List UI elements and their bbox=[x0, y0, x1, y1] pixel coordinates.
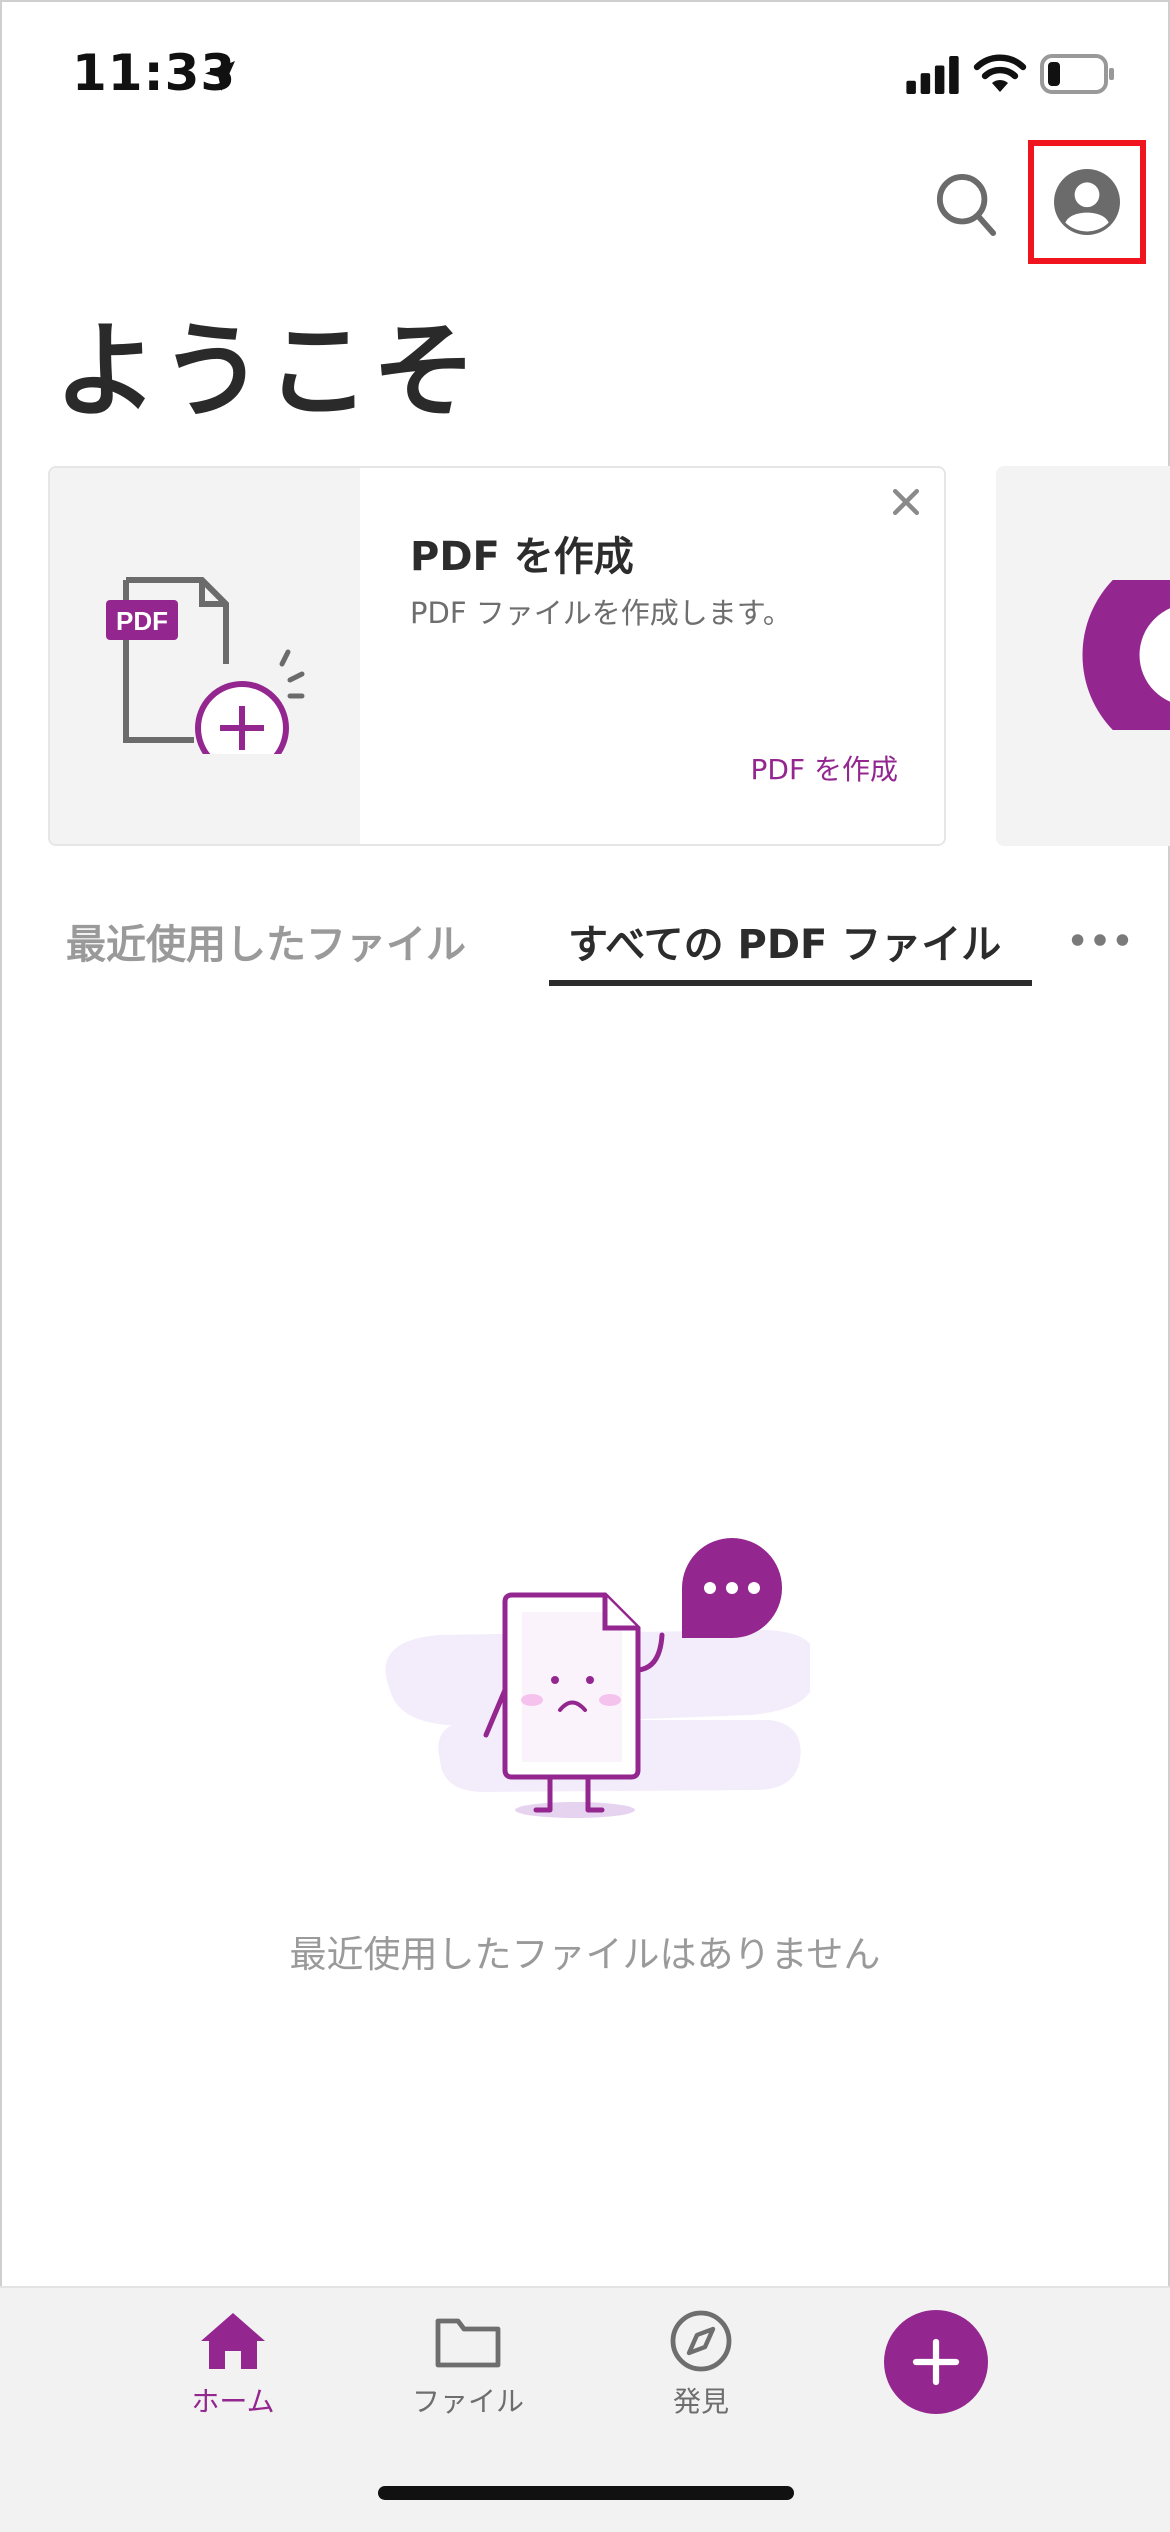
create-pdf-link[interactable]: PDF を作成 bbox=[751, 748, 898, 788]
nav-item-files[interactable]: ファイル bbox=[388, 2308, 548, 2420]
search-icon[interactable] bbox=[935, 172, 997, 238]
file-tabs: 最近使用したファイル すべての PDF ファイル bbox=[0, 900, 1170, 992]
nav-label-files: ファイル bbox=[411, 2385, 524, 2418]
promo-partial-icon bbox=[1082, 580, 1170, 730]
create-pdf-icon: PDF bbox=[106, 577, 305, 754]
cellular-signal-icon bbox=[906, 56, 959, 94]
tab-recent-files[interactable]: 最近使用したファイル bbox=[66, 912, 466, 970]
profile-button[interactable] bbox=[1028, 140, 1146, 264]
promo-illustration: PDF bbox=[50, 468, 360, 844]
status-bar: 11:33 bbox=[0, 0, 1170, 150]
promo-description: PDF ファイルを作成します。 bbox=[410, 596, 792, 630]
compass-icon bbox=[670, 2310, 732, 2372]
folder-icon bbox=[435, 2318, 501, 2368]
promo-title: PDF を作成 bbox=[410, 534, 634, 580]
pdf-badge: PDF bbox=[116, 606, 168, 636]
tab-all-pdf-files[interactable]: すべての PDF ファイル bbox=[568, 912, 1001, 970]
close-icon[interactable] bbox=[888, 484, 924, 520]
more-icon[interactable] bbox=[1068, 930, 1132, 950]
next-promo-card[interactable] bbox=[996, 466, 1170, 846]
home-icon bbox=[201, 2313, 265, 2369]
nav-item-home[interactable]: ホーム bbox=[153, 2308, 313, 2420]
empty-state-message: 最近使用したファイルはありません bbox=[289, 1933, 881, 1976]
battery-icon bbox=[1040, 54, 1114, 94]
nav-item-discover[interactable]: 発見 bbox=[621, 2308, 781, 2420]
create-pdf-card[interactable]: PDF PDF を作成 PDF ファイルを作成します。 PDF を作成 bbox=[48, 466, 946, 846]
wifi-icon bbox=[973, 54, 1027, 92]
page-title: ようこそ bbox=[54, 310, 479, 432]
home-indicator bbox=[378, 2486, 794, 2500]
add-button[interactable] bbox=[884, 2310, 988, 2414]
nav-label-discover: 発見 bbox=[672, 2385, 729, 2418]
user-avatar-icon bbox=[1054, 169, 1120, 235]
location-arrow-icon bbox=[205, 61, 235, 91]
nav-label-home: ホーム bbox=[191, 2385, 275, 2418]
plus-icon bbox=[912, 2338, 960, 2386]
active-tab-indicator bbox=[549, 980, 1032, 986]
empty-state-illustration bbox=[385, 1538, 810, 1818]
